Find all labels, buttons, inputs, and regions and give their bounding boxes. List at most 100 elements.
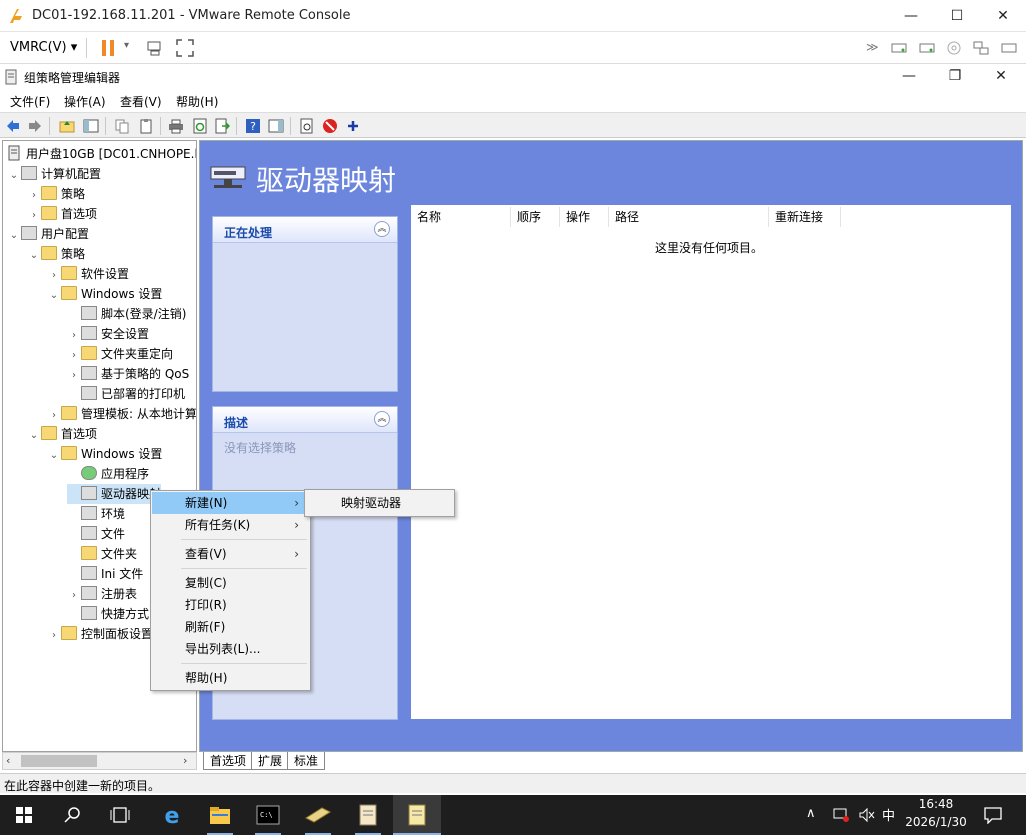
expand-icon[interactable]: › [27,206,41,226]
hdd-icon[interactable] [890,40,908,56]
stop-icon[interactable] [322,118,338,134]
tree-item-security-settings[interactable]: › 安全设置 [67,324,149,344]
cdrom-icon[interactable] [946,40,962,56]
menu-item-print[interactable]: 打印(R) [152,594,309,616]
gpo-management-icon[interactable] [356,803,380,827]
tree-item-windows-settings[interactable]: ⌄ Windows 设置 [47,444,162,464]
forward-arrow-icon[interactable] [27,118,43,134]
file-explorer-icon[interactable] [208,803,232,827]
pause-icon[interactable] [100,39,116,57]
add-icon[interactable] [345,118,361,134]
tree-item-registry[interactable]: › 注册表 [67,584,137,604]
expand-icon[interactable]: › [47,406,61,426]
scrollbar-thumb[interactable] [21,755,97,767]
tree-item-ini-files[interactable]: Ini 文件 [67,564,143,584]
paste-icon[interactable] [138,118,154,134]
tree-item-deployed-printers[interactable]: 已部署的打印机 [67,384,185,404]
menu-item-view[interactable]: 查看(V) › [152,543,309,565]
collapse-icon[interactable]: ⌄ [47,446,61,466]
tree-item-preferences[interactable]: ⌄ 首选项 [27,424,97,444]
expand-icon[interactable]: › [67,586,81,606]
scroll-left-icon[interactable]: ‹ [6,754,10,767]
tree-item-scripts[interactable]: 脚本(登录/注销) [67,304,186,324]
tree-item-windows-settings[interactable]: ⌄ Windows 设置 [47,284,162,304]
scroll-right-icon[interactable]: › [183,754,187,767]
tab-preferences[interactable]: 首选项 [203,752,254,770]
clock-time[interactable]: 16:48 [906,797,966,811]
back-icon[interactable] [5,118,21,134]
network-icon[interactable] [972,40,990,56]
vmrc-menu-button[interactable]: VMRC(V) ▾ [10,40,77,55]
tab-extended[interactable]: 扩展 [251,752,290,770]
gpme-close-button[interactable]: ✕ [978,60,1024,92]
hdd-icon[interactable] [1000,40,1018,56]
tree-item-environment[interactable]: 环境 [67,504,125,524]
gpme-restore-button[interactable]: ❐ [932,60,978,92]
menu-item-copy[interactable]: 复制(C) [152,572,309,594]
item-list[interactable]: 名称 顺序 操作 路径 重新连接 这里没有任何项目。 [411,205,1011,719]
clock-date[interactable]: 2026/1/30 [900,815,972,829]
command-prompt-icon[interactable]: C:\ [256,804,280,826]
tree-item-files[interactable]: 文件 [67,524,125,544]
collapse-icon[interactable]: ⌄ [7,226,21,246]
tree-item-drive-maps[interactable]: 驱动器映射 [67,484,162,504]
menu-view[interactable]: 查看(V) [120,93,162,110]
up-folder-icon[interactable] [59,118,75,134]
print-icon[interactable] [168,118,184,134]
volume-muted-icon[interactable] [858,807,876,823]
network-status-icon[interactable] [832,807,850,823]
column-action[interactable]: 操作 [560,207,609,227]
show-hidden-icons-icon[interactable]: ∧ [806,806,816,821]
column-name[interactable]: 名称 [411,207,511,227]
task-view-icon[interactable] [110,806,130,824]
server-manager-icon[interactable] [304,804,332,826]
tree-item-user-config[interactable]: ⌄ 用户配置 [7,224,89,244]
refresh-icon[interactable] [192,118,208,134]
tree-item-software-settings[interactable]: › 软件设置 [47,264,129,284]
tree-item-shortcuts[interactable]: 快捷方式 [67,604,149,624]
column-order[interactable]: 顺序 [511,207,560,227]
collapse-icon[interactable]: ⌄ [7,166,21,186]
menu-item-help[interactable]: 帮助(H) [152,667,309,689]
minimize-button[interactable]: — [888,0,934,32]
tree-item-preferences[interactable]: › 首选项 [27,204,97,224]
tree-item-folder-redirection[interactable]: › 文件夹重定向 [67,344,173,364]
windows-start-icon[interactable] [16,807,32,823]
show-hide-tree-icon[interactable] [83,118,99,134]
tree-item-policies[interactable]: ⌄ 策略 [27,244,85,264]
menu-item-refresh[interactable]: 刷新(F) [152,616,309,638]
fullscreen-icon[interactable] [176,39,194,57]
menu-action[interactable]: 操作(A) [64,93,106,110]
tree-item-policies[interactable]: › 策略 [27,184,85,204]
menu-item-new[interactable]: 新建(N) › [152,492,309,514]
expand-icon[interactable]: › [67,326,81,346]
copy-icon[interactable] [114,118,130,134]
tree-item-folders[interactable]: 文件夹 [67,544,137,564]
hdd-icon[interactable] [918,40,936,56]
menu-help[interactable]: 帮助(H) [176,93,218,110]
collapse-chevron-icon[interactable]: ︽ [374,411,390,427]
menu-item-export-list[interactable]: 导出列表(L)... [152,638,309,660]
gpme-minimize-button[interactable]: — [886,60,932,92]
tree-item-computer-config[interactable]: ⌄ 计算机配置 [7,164,101,184]
search-icon[interactable] [64,806,82,824]
tab-standard[interactable]: 标准 [287,752,326,770]
collapse-chevron-icon[interactable]: ︽ [374,221,390,237]
send-ctrl-alt-del-icon[interactable] [146,40,164,56]
column-reconnect[interactable]: 重新连接 [769,207,841,227]
help-icon[interactable]: ? [245,118,261,134]
column-path[interactable]: 路径 [609,207,769,227]
forward-icon[interactable]: ≫ [866,40,879,54]
tree-item-applications[interactable]: 应用程序 [67,464,149,484]
menu-item-map-drive[interactable]: 映射驱动器 [306,492,453,514]
tree-horizontal-scrollbar[interactable]: ‹ › [2,752,197,770]
expand-icon[interactable]: › [67,366,81,386]
export-list-icon[interactable] [214,118,230,134]
new-item-icon[interactable] [299,118,315,134]
gp-editor-icon[interactable] [405,803,429,827]
tree-item-control-panel[interactable]: › 控制面板设置 [47,624,153,644]
internet-explorer-icon[interactable]: e [160,803,184,827]
show-hide-action-pane-icon[interactable] [268,118,284,134]
collapse-icon[interactable]: ⌄ [27,426,41,446]
expand-icon[interactable]: › [47,626,61,646]
